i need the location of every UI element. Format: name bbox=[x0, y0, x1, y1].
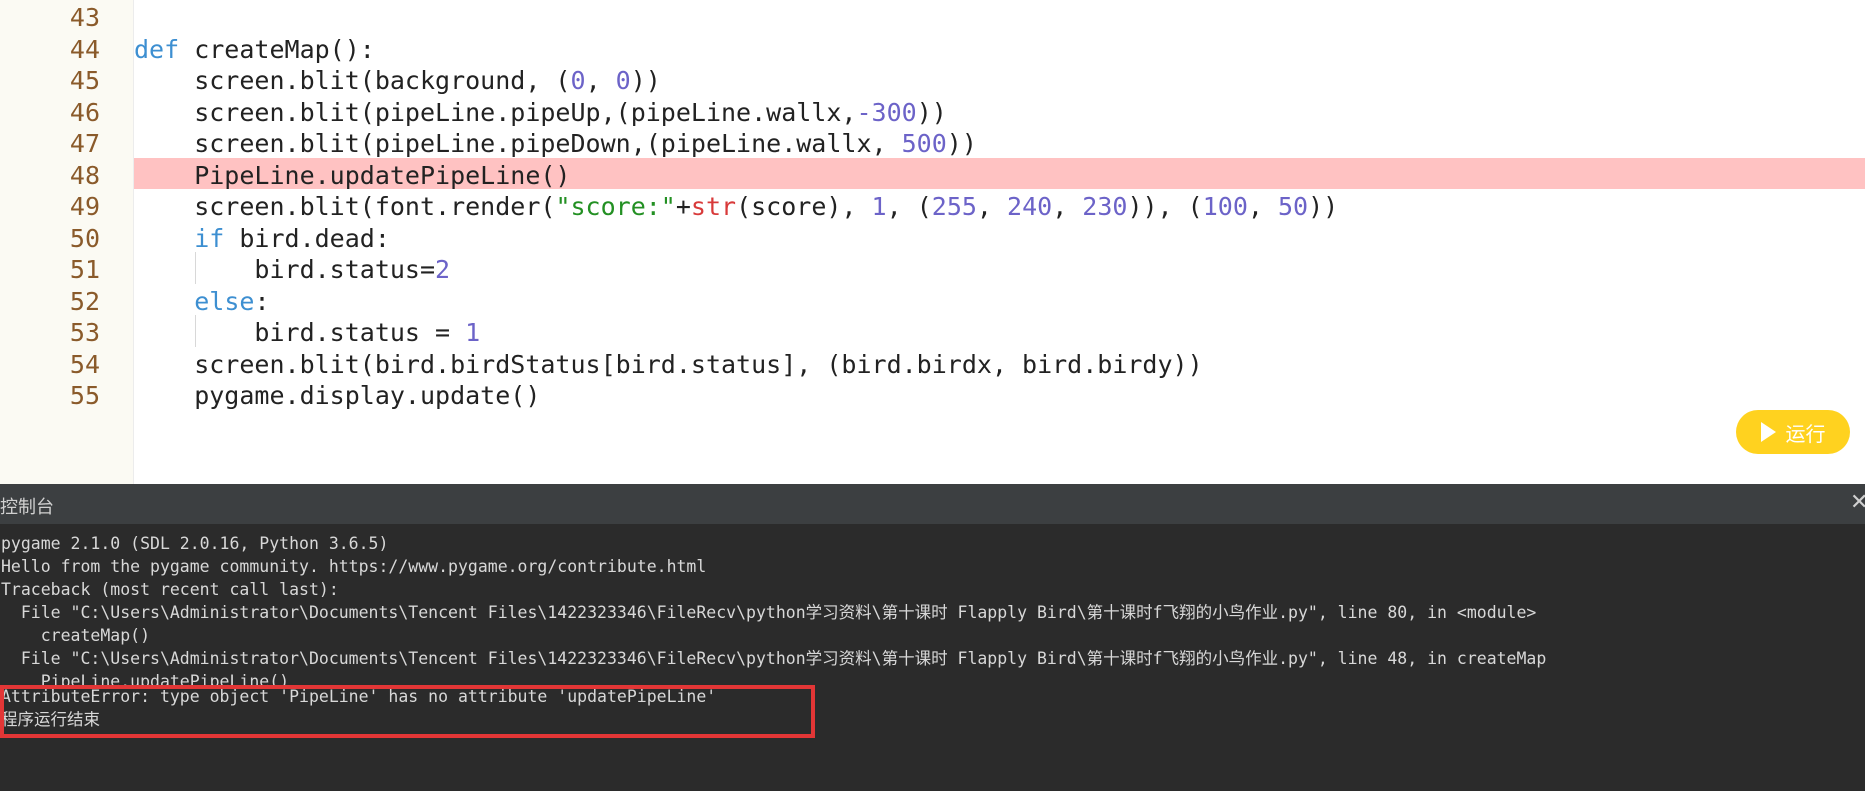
code-text: if bird.dead: bbox=[194, 223, 390, 253]
code-line[interactable]: 52 else: bbox=[0, 284, 1865, 316]
console-panel: 控制台 ✕ pygame 2.1.0 (SDL 2.0.16, Python 3… bbox=[0, 484, 1865, 791]
code-line[interactable]: 50 if bird.dead: bbox=[0, 221, 1865, 253]
code-text: else: bbox=[194, 286, 270, 316]
console-line: Hello from the pygame community. https:/… bbox=[1, 557, 707, 576]
console-line: createMap() bbox=[1, 626, 151, 645]
code-line[interactable]: 47 screen.blit(pipeLine.pipeDown,(pipeLi… bbox=[0, 126, 1865, 158]
line-number: 43 bbox=[69, 3, 100, 32]
console-header: 控制台 ✕ bbox=[0, 484, 1865, 524]
line-number: 55 bbox=[69, 381, 100, 410]
code-text: screen.blit(pipeLine.pipeDown,(pipeLine.… bbox=[134, 129, 977, 158]
line-number: 48 bbox=[69, 160, 100, 190]
console-line: File "C:\Users\Administrator\Documents\T… bbox=[1, 603, 1537, 622]
console-title: 控制台 bbox=[0, 497, 54, 518]
code-line[interactable]: 53 bird.status = 1 bbox=[0, 315, 1865, 347]
line-number: 50 bbox=[69, 223, 100, 253]
code-line[interactable]: 49 screen.blit(font.render("score:"+str(… bbox=[0, 189, 1865, 221]
line-number: 53 bbox=[69, 318, 100, 347]
code-line[interactable]: 45 screen.blit(background, (0, 0)) bbox=[0, 63, 1865, 95]
code-line[interactable]: 51 bird.status=2 bbox=[0, 252, 1865, 284]
indent-guide bbox=[195, 315, 196, 347]
play-icon bbox=[1760, 422, 1776, 442]
close-icon[interactable]: ✕ bbox=[1850, 490, 1865, 515]
code-text: bird.status=2 bbox=[134, 255, 451, 284]
code-line[interactable]: 55 pygame.display.update() bbox=[0, 378, 1865, 410]
line-number: 47 bbox=[69, 129, 100, 158]
code-text: screen.blit(font.render("score:"+str(sco… bbox=[134, 192, 1339, 221]
console-line: File "C:\Users\Administrator\Documents\T… bbox=[1, 649, 1547, 668]
run-button[interactable]: 运行 bbox=[1736, 410, 1850, 454]
code-text: screen.blit(pipeLine.pipeUp,(pipeLine.wa… bbox=[134, 97, 947, 127]
line-number: 49 bbox=[69, 192, 100, 221]
console-line: PipeLine.updatePipeLine() bbox=[1, 672, 290, 685]
code-line[interactable]: 44 def createMap(): bbox=[0, 32, 1865, 64]
code-text: screen.blit(background, (0, 0)) bbox=[134, 66, 661, 95]
error-highlight-box bbox=[0, 685, 815, 738]
line-number: 51 bbox=[69, 255, 100, 284]
code-text: PipeLine.updatePipeLine() bbox=[134, 160, 571, 190]
indent-guide bbox=[195, 252, 196, 284]
code-line[interactable]: 46 screen.blit(pipeLine.pipeUp,(pipeLine… bbox=[0, 95, 1865, 127]
code-line[interactable]: 54 screen.blit(bird.birdStatus[bird.stat… bbox=[0, 347, 1865, 379]
line-number: 46 bbox=[69, 97, 100, 127]
line-number: 44 bbox=[69, 34, 100, 64]
code-line[interactable]: 43 bbox=[0, 0, 1865, 32]
console-line: Traceback (most recent call last): bbox=[1, 580, 339, 599]
code-line[interactable]: 48 PipeLine.updatePipeLine() bbox=[0, 157, 1865, 190]
run-button-label: 运行 bbox=[1785, 421, 1826, 446]
code-text: def createMap(): bbox=[134, 34, 375, 64]
console-line: pygame 2.1.0 (SDL 2.0.16, Python 3.6.5) bbox=[1, 534, 389, 553]
code-text: bird.status = 1 bbox=[134, 318, 481, 347]
code-text: screen.blit(bird.birdStatus[bird.status]… bbox=[134, 349, 1203, 379]
line-number: 52 bbox=[69, 286, 100, 316]
code-editor[interactable]: 43 44 def createMap(): 45 screen.blit(backg… bbox=[0, 0, 1865, 484]
line-number: 54 bbox=[69, 349, 100, 379]
line-number: 45 bbox=[69, 66, 100, 95]
code-text: pygame.display.update() bbox=[134, 381, 541, 410]
